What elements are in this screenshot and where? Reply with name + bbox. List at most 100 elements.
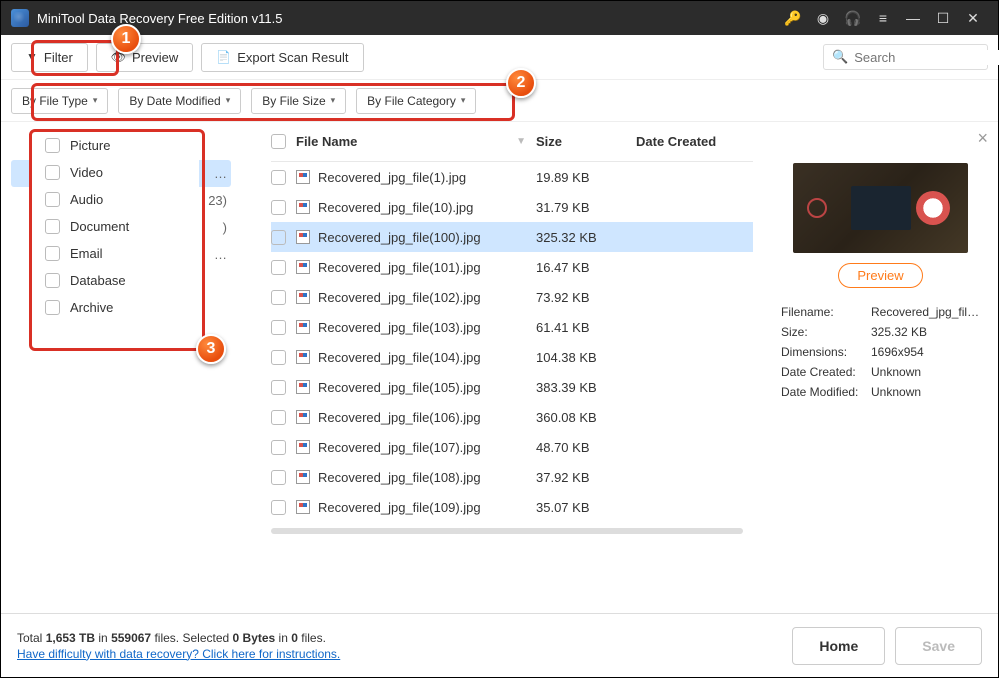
preview-thumbnail (793, 163, 968, 253)
maximize-icon[interactable]: ☐ (928, 1, 958, 35)
checkbox[interactable] (45, 219, 60, 234)
file-row[interactable]: Recovered_jpg_file(10).jpg31.79 KB (271, 192, 753, 222)
checkbox[interactable] (45, 273, 60, 288)
file-row[interactable]: Recovered_jpg_file(103).jpg61.41 KB (271, 312, 753, 342)
main-area: … 23) ) … PictureVideoAudioDocumentEmail… (1, 122, 998, 613)
detail-panel: × Preview Filename:Recovered_jpg_file(1 … (763, 122, 998, 613)
file-row[interactable]: Recovered_jpg_file(1).jpg19.89 KB (271, 162, 753, 192)
home-button[interactable]: Home (792, 627, 885, 665)
search-box[interactable]: 🔍 (823, 44, 988, 70)
key-icon[interactable]: 🔑 (778, 1, 808, 35)
file-name: Recovered_jpg_file(10).jpg (318, 200, 473, 215)
row-checkbox[interactable] (271, 200, 286, 215)
file-row[interactable]: Recovered_jpg_file(101).jpg 16.47 KB (271, 252, 753, 282)
type-option[interactable]: Picture (29, 132, 199, 159)
row-checkbox[interactable] (271, 260, 286, 275)
checkbox[interactable] (45, 138, 60, 153)
toolbar: ▼Filter 👁Preview 📄Export Scan Result 🔍 (1, 35, 998, 80)
close-icon[interactable]: ✕ (958, 1, 988, 35)
file-name: Recovered_jpg_file(106).jpg (318, 410, 481, 425)
file-icon (296, 470, 310, 484)
search-input[interactable] (854, 50, 999, 65)
disc-icon[interactable]: ◉ (808, 1, 838, 35)
filter-button[interactable]: ▼Filter (11, 43, 88, 72)
type-option[interactable]: Audio (29, 186, 199, 213)
row-checkbox[interactable] (271, 290, 286, 305)
file-row[interactable]: Recovered_jpg_file(109).jpg35.07 KB (271, 492, 753, 522)
minimize-icon[interactable]: — (898, 1, 928, 35)
footer-stats: Total 1,653 TB in 559067 files. Selected… (17, 631, 340, 645)
detail-key: Size: (781, 325, 871, 339)
file-size: 37.92 KB (536, 470, 636, 485)
search-icon: 🔍 (832, 49, 848, 65)
file-row[interactable]: Recovered_jpg_file(106).jpg360.08 KB (271, 402, 753, 432)
filter-date-label: By Date Modified (129, 94, 220, 108)
menu-icon[interactable]: ≡ (868, 1, 898, 35)
type-option[interactable]: Document (29, 213, 199, 240)
filter-size[interactable]: By File Size▾ (251, 88, 346, 114)
filter-date[interactable]: By Date Modified▾ (118, 88, 241, 114)
filter-type[interactable]: By File Type▾ (11, 88, 108, 114)
headset-icon[interactable]: 🎧 (838, 1, 868, 35)
type-option[interactable]: Video (29, 159, 199, 186)
file-rows: Recovered_jpg_file(1).jpg19.89 KBRecover… (271, 162, 753, 522)
select-all-checkbox[interactable] (271, 134, 286, 149)
row-checkbox[interactable] (271, 230, 286, 245)
row-checkbox[interactable] (271, 320, 286, 335)
file-icon (296, 230, 310, 244)
callout-3: 3 (196, 334, 226, 364)
left-column: … 23) ) … PictureVideoAudioDocumentEmail… (1, 122, 241, 613)
checkbox[interactable] (45, 246, 60, 261)
file-icon (296, 290, 310, 304)
file-row[interactable]: Recovered_jpg_file(100).jpg325.32 KB (271, 222, 753, 252)
sort-icon: ▼ (516, 136, 526, 147)
row-checkbox[interactable] (271, 440, 286, 455)
type-label: Email (70, 246, 103, 261)
close-panel-icon[interactable]: × (977, 128, 988, 149)
export-button[interactable]: 📄Export Scan Result (201, 43, 363, 72)
row-checkbox[interactable] (271, 470, 286, 485)
horizontal-scrollbar[interactable] (271, 528, 743, 534)
type-option[interactable]: Database (29, 267, 199, 294)
row-checkbox[interactable] (271, 380, 286, 395)
titlebar: MiniTool Data Recovery Free Edition v11.… (1, 1, 998, 35)
file-row[interactable]: Recovered_jpg_file(105).jpg383.39 KB (271, 372, 753, 402)
file-icon (296, 320, 310, 334)
sidebar-hint: … (214, 247, 227, 262)
preview-button[interactable]: 👁Preview (96, 43, 193, 72)
file-size: 16.47 KB (536, 260, 636, 275)
checkbox[interactable] (45, 192, 60, 207)
row-checkbox[interactable] (271, 500, 286, 515)
open-preview-button[interactable]: Preview (838, 263, 922, 288)
row-checkbox[interactable] (271, 410, 286, 425)
row-checkbox[interactable] (271, 170, 286, 185)
file-icon (296, 260, 310, 274)
col-date[interactable]: Date Created (636, 134, 753, 149)
save-button[interactable]: Save (895, 627, 982, 665)
file-icon (296, 410, 310, 424)
type-label: Document (70, 219, 129, 234)
file-row[interactable]: Recovered_jpg_file(104).jpg104.38 KB (271, 342, 753, 372)
filter-bar: By File Type▾ By Date Modified▾ By File … (1, 80, 998, 122)
detail-key: Filename: (781, 305, 871, 319)
row-checkbox[interactable] (271, 350, 286, 365)
callout-1: 1 (111, 24, 141, 54)
file-row[interactable]: Recovered_jpg_file(102).jpg73.92 KB (271, 282, 753, 312)
type-option[interactable]: Email (29, 240, 199, 267)
list-header: File Name▼ Size Date Created (271, 122, 753, 162)
checkbox[interactable] (45, 165, 60, 180)
col-size[interactable]: Size (536, 134, 636, 149)
type-option[interactable]: Archive (29, 294, 199, 321)
file-name: Recovered_jpg_file(101).jpg (318, 260, 481, 275)
help-link[interactable]: Have difficulty with data recovery? Clic… (17, 647, 340, 661)
detail-key: Dimensions: (781, 345, 871, 359)
checkbox[interactable] (45, 300, 60, 315)
col-name[interactable]: File Name▼ (296, 134, 536, 149)
file-name: Recovered_jpg_file(107).jpg (318, 440, 481, 455)
file-row[interactable]: Recovered_jpg_file(107).jpg48.70 KB (271, 432, 753, 462)
filter-category[interactable]: By File Category▾ (356, 88, 476, 114)
file-row[interactable]: Recovered_jpg_file(108).jpg37.92 KB (271, 462, 753, 492)
file-icon (296, 440, 310, 454)
file-name: Recovered_jpg_file(102).jpg (318, 290, 481, 305)
file-size: 35.07 KB (536, 500, 636, 515)
